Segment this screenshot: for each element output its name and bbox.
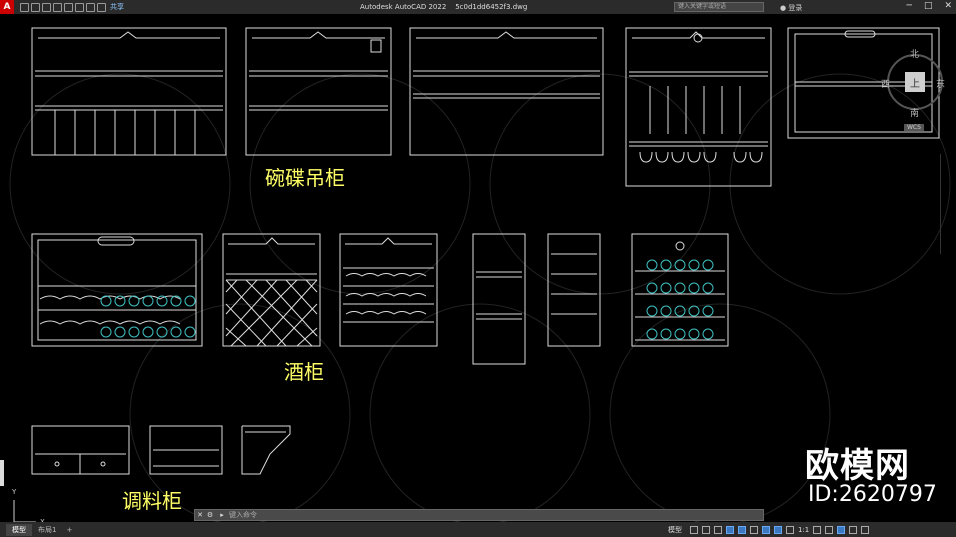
search-input[interactable]: 键入关键字或短语 bbox=[674, 2, 764, 12]
wine-cabinet-side-2 bbox=[547, 233, 601, 347]
snap-icon[interactable] bbox=[702, 526, 710, 534]
viewcube-west[interactable]: 西 bbox=[881, 77, 890, 90]
wine-bottles-1 bbox=[100, 295, 196, 338]
share-button[interactable]: 共享 bbox=[110, 2, 124, 12]
viewcube-east[interactable]: 东 bbox=[936, 77, 945, 90]
save-as-icon[interactable] bbox=[53, 2, 62, 12]
isolate-objects-icon[interactable] bbox=[837, 526, 846, 534]
navigation-bar[interactable] bbox=[940, 154, 946, 254]
save-icon[interactable] bbox=[42, 2, 51, 12]
drawing-canvas[interactable]: 碗碟吊柜 酒柜 调料柜 欧模网 ID:2620797 Y X 北 南 东 西 上… bbox=[0, 14, 956, 526]
viewcube-south[interactable]: 南 bbox=[910, 106, 919, 119]
viewcube-north[interactable]: 北 bbox=[910, 47, 919, 60]
login-button[interactable]: ● 登录 bbox=[780, 3, 802, 13]
spice-cabinet-2 bbox=[149, 425, 223, 475]
new-icon[interactable] bbox=[20, 2, 29, 12]
annotation-icon[interactable] bbox=[786, 526, 794, 534]
open-icon[interactable] bbox=[31, 2, 40, 12]
label-spice-cabinet: 调料柜 bbox=[122, 489, 182, 513]
spice-cabinet-3 bbox=[241, 425, 291, 475]
close-button[interactable]: ✕ bbox=[944, 1, 952, 11]
otrack-icon[interactable] bbox=[750, 526, 758, 534]
dish-cabinet-3 bbox=[409, 27, 604, 156]
close-command-line-icon[interactable]: ✕ bbox=[195, 511, 205, 519]
grid-icon[interactable] bbox=[690, 526, 698, 534]
app-title: Autodesk AutoCAD 2022 bbox=[360, 3, 447, 11]
window-controls: ─ □ ✕ bbox=[907, 1, 952, 11]
annotation-scale[interactable]: 1:1 bbox=[798, 526, 809, 534]
tab-model[interactable]: 模型 bbox=[6, 523, 32, 536]
wine-cabinet-2 bbox=[222, 233, 321, 347]
model-space-toggle[interactable]: 模型 bbox=[668, 525, 682, 535]
workspace-icon[interactable] bbox=[97, 2, 106, 12]
customize-icon[interactable]: ⚙ bbox=[205, 511, 215, 519]
id-watermark: ID:2620797 bbox=[808, 482, 937, 507]
login-label: 登录 bbox=[788, 4, 803, 12]
navigation-bar-handle[interactable] bbox=[0, 460, 4, 486]
wcs-menu[interactable]: WCS bbox=[904, 124, 924, 131]
selection-cycling-icon[interactable] bbox=[774, 526, 782, 534]
label-dish-cabinet: 碗碟吊柜 bbox=[265, 166, 345, 190]
dish-cabinet-2 bbox=[245, 27, 392, 156]
maximize-button[interactable]: □ bbox=[924, 1, 933, 11]
redo-icon[interactable] bbox=[86, 2, 95, 12]
window-title: Autodesk AutoCAD 2022 5c0d1dd6452f3.dwg bbox=[360, 3, 527, 11]
add-layout-button[interactable]: + bbox=[62, 525, 76, 535]
title-bar: A 共享 Autodesk AutoCAD 2022 5c0d1dd6452f3… bbox=[0, 0, 956, 14]
command-input[interactable]: 键入命令 bbox=[229, 510, 257, 520]
file-name: 5c0d1dd6452f3.dwg bbox=[455, 3, 528, 11]
status-toggles: 模型 1:1 bbox=[668, 525, 870, 535]
status-bar: 模型 布局1 + 模型 1:1 bbox=[0, 522, 956, 537]
osnap-icon[interactable] bbox=[738, 526, 746, 534]
dish-cabinet-4 bbox=[625, 27, 772, 187]
quick-access-toolbar bbox=[20, 2, 106, 12]
label-wine-cabinet: 酒柜 bbox=[284, 360, 324, 384]
command-line: ✕ ⚙ ▸ 键入命令 bbox=[194, 509, 764, 521]
wine-bottles-2 bbox=[646, 259, 714, 340]
wine-cabinet-1 bbox=[31, 233, 203, 347]
clean-screen-icon[interactable] bbox=[849, 526, 858, 534]
brand-watermark: 欧模网 bbox=[805, 446, 910, 486]
ucs-y-label: Y bbox=[12, 488, 17, 496]
customization-menu-icon[interactable] bbox=[861, 526, 870, 534]
plot-icon[interactable] bbox=[64, 2, 73, 12]
workspace-switch-icon[interactable] bbox=[825, 526, 834, 534]
ortho-icon[interactable] bbox=[714, 526, 722, 534]
undo-icon[interactable] bbox=[75, 2, 84, 12]
viewcube[interactable]: 北 南 东 西 上 WCS bbox=[880, 44, 950, 139]
wine-cabinet-side-1 bbox=[472, 233, 526, 365]
gear-icon[interactable] bbox=[813, 526, 822, 534]
autocad-logo-icon[interactable]: A bbox=[0, 0, 14, 14]
command-prompt-icon[interactable]: ▸ bbox=[215, 511, 229, 519]
user-icon: ● bbox=[780, 4, 787, 12]
minimize-button[interactable]: ─ bbox=[907, 1, 912, 11]
spice-cabinet-1 bbox=[31, 425, 130, 475]
polar-icon[interactable] bbox=[726, 526, 734, 534]
viewcube-top-face[interactable]: 上 bbox=[905, 72, 925, 92]
lineweight-icon[interactable] bbox=[762, 526, 770, 534]
tab-layout1[interactable]: 布局1 bbox=[32, 524, 62, 536]
